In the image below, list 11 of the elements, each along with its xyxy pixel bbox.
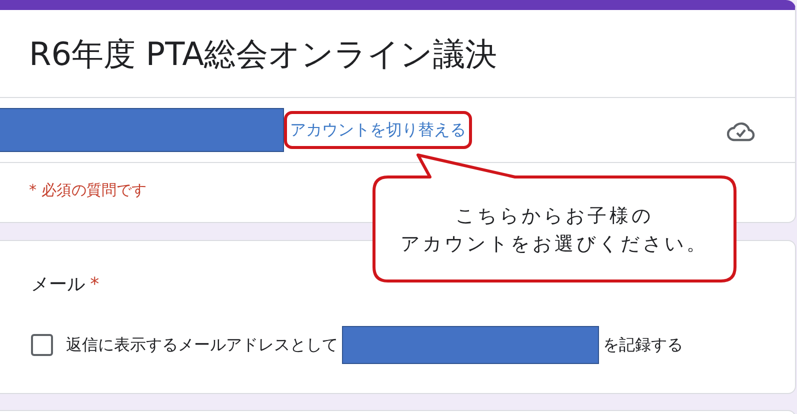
checkbox[interactable] — [31, 334, 53, 356]
checkbox-label: 返信に表示するメールアドレスとして — [66, 334, 338, 356]
switch-account-link[interactable]: アカウントを切り替える — [290, 120, 466, 139]
callout-text: アカウントをお選びください。 — [400, 232, 710, 257]
cloud-check-icon — [727, 120, 755, 142]
checkbox-label-end: を記録する — [603, 334, 683, 356]
form-title: R6年度 PTA総会オンライン議決 — [29, 34, 498, 74]
callout-text: こちらからお子様の — [454, 204, 654, 229]
required-mark: * — [90, 274, 100, 295]
question-label: メール — [31, 274, 85, 295]
required-note: * 必須の質問です — [28, 180, 148, 201]
